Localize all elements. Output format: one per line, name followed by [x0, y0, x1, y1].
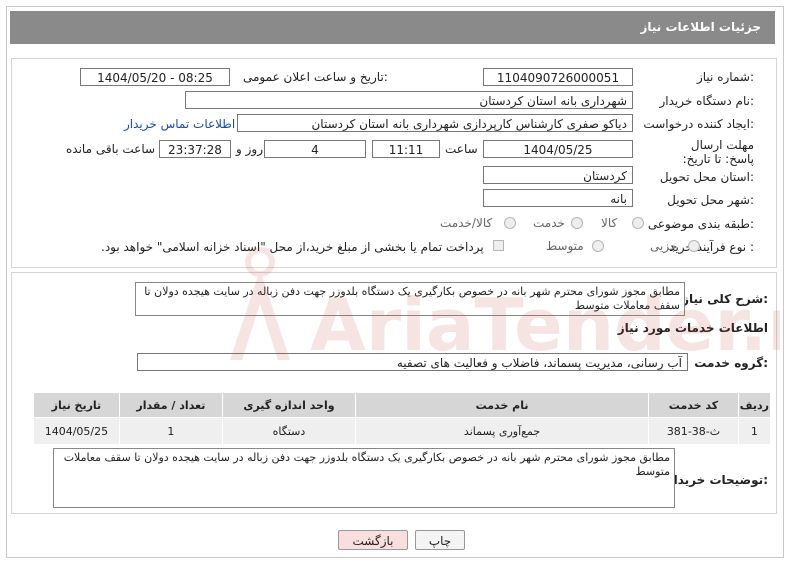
back-button[interactable]: بازگشت — [338, 530, 408, 550]
page-title: جزئیات اطلاعات نیاز — [640, 20, 761, 34]
days-remaining-field[interactable]: 4 — [264, 140, 366, 158]
deadline-time-field[interactable]: 11:11 — [372, 140, 440, 158]
need-info-section — [11, 58, 777, 268]
buyer-org-label: نام دستگاه خریدار: — [659, 94, 755, 108]
buyer-notes-textarea[interactable]: مطابق مجوز شورای محترم شهر بانه در خصوص … — [53, 448, 675, 508]
col-row-number: ردیف — [737, 392, 772, 418]
print-button[interactable]: چاپ — [415, 530, 465, 550]
col-service-code: کد خدمت — [648, 392, 739, 418]
services-heading: اطلاعات خدمات مورد نیاز — [617, 321, 768, 335]
province-label: استان محل تحویل: — [659, 170, 754, 184]
buyer-contact-link[interactable]: اطلاعات تماس خریدار — [124, 117, 235, 131]
city-label: شهر محل تحویل: — [667, 193, 754, 207]
col-unit: واحد اندازه گیری — [222, 392, 356, 418]
cell-service-code: ث-38-381 — [648, 417, 739, 445]
summary-textarea[interactable]: مطابق مجوز شورای محترم شهر بانه در خصوص … — [135, 282, 685, 316]
buyer-notes-label: توضیحات خریدار: — [666, 473, 768, 487]
need-number-field[interactable]: 1104090726000051 — [483, 68, 633, 86]
col-quantity: تعداد / مقدار — [118, 392, 224, 418]
category-service-radio[interactable] — [571, 217, 583, 229]
requester-label: ایجاد کننده درخواست: — [643, 117, 754, 131]
col-need-date: تاریخ نیاز — [33, 392, 120, 418]
category-service-label: خدمت — [533, 216, 565, 230]
process-minor-radio[interactable] — [688, 240, 700, 252]
province-field[interactable]: کردستان — [483, 166, 633, 184]
treasury-payment-checkbox[interactable] — [493, 240, 504, 251]
deadline-label: مهلت ارسال پاسخ: تا تاریخ: — [682, 138, 754, 166]
table-header-row: ردیف کد خدمت نام خدمت واحد اندازه گیری ت… — [33, 392, 772, 418]
city-field[interactable]: بانه — [483, 189, 633, 207]
process-medium-radio[interactable] — [592, 240, 604, 252]
announce-date-field[interactable]: 1404/05/20 - 08:25 — [80, 68, 230, 86]
announce-date-label: تاریخ و ساعت اعلان عمومی: — [243, 70, 388, 84]
days-label: روز و — [236, 142, 263, 156]
category-goods-service-radio[interactable] — [504, 217, 516, 229]
remaining-time-label: ساعت باقی مانده — [66, 142, 156, 156]
process-minor-label: جزیی — [650, 239, 678, 253]
service-group-field[interactable]: آب رسانی، مدیریت پسماند، فاضلاب و فعالیت… — [137, 353, 688, 371]
category-label: طبقه بندی موضوعی: — [647, 217, 754, 231]
table-row: 1 ث-38-381 جمع‌آوری پسماند دستگاه 1 1404… — [33, 417, 772, 445]
cell-service-name: جمع‌آوری پسماند — [354, 417, 650, 445]
summary-label: شرح کلی نیاز: — [682, 292, 768, 306]
service-group-label: گروه خدمت: — [694, 356, 768, 370]
treasury-payment-note: پرداخت تمام یا بخشی از مبلغ خرید،از محل … — [101, 240, 484, 254]
cell-row-number: 1 — [737, 417, 772, 445]
requester-field[interactable]: دیاکو صفری کارشناس کارپردازی شهرداری بان… — [237, 114, 633, 132]
cell-need-date: 1404/05/25 — [33, 417, 120, 445]
buyer-org-field[interactable]: شهرداری بانه استان کردستان — [185, 91, 633, 109]
category-goods-service-label: کالا/خدمت — [440, 216, 493, 230]
need-number-label: شماره نیاز: — [696, 70, 754, 84]
process-medium-label: متوسط — [546, 239, 584, 253]
deadline-time-label: ساعت — [445, 142, 478, 156]
col-service-name: نام خدمت — [354, 392, 650, 418]
category-goods-label: کالا — [601, 216, 618, 230]
remaining-time-field[interactable]: 23:37:28 — [159, 140, 231, 158]
cell-quantity: 1 — [118, 417, 224, 445]
deadline-date-field[interactable]: 1404/05/25 — [483, 140, 633, 158]
process-label: نوع فرآیند خرید : — [669, 240, 754, 254]
category-goods-radio[interactable] — [632, 217, 644, 229]
page-header: جزئیات اطلاعات نیاز — [10, 11, 775, 44]
cell-unit: دستگاه — [222, 417, 356, 445]
services-table: ردیف کد خدمت نام خدمت واحد اندازه گیری ت… — [33, 392, 772, 445]
